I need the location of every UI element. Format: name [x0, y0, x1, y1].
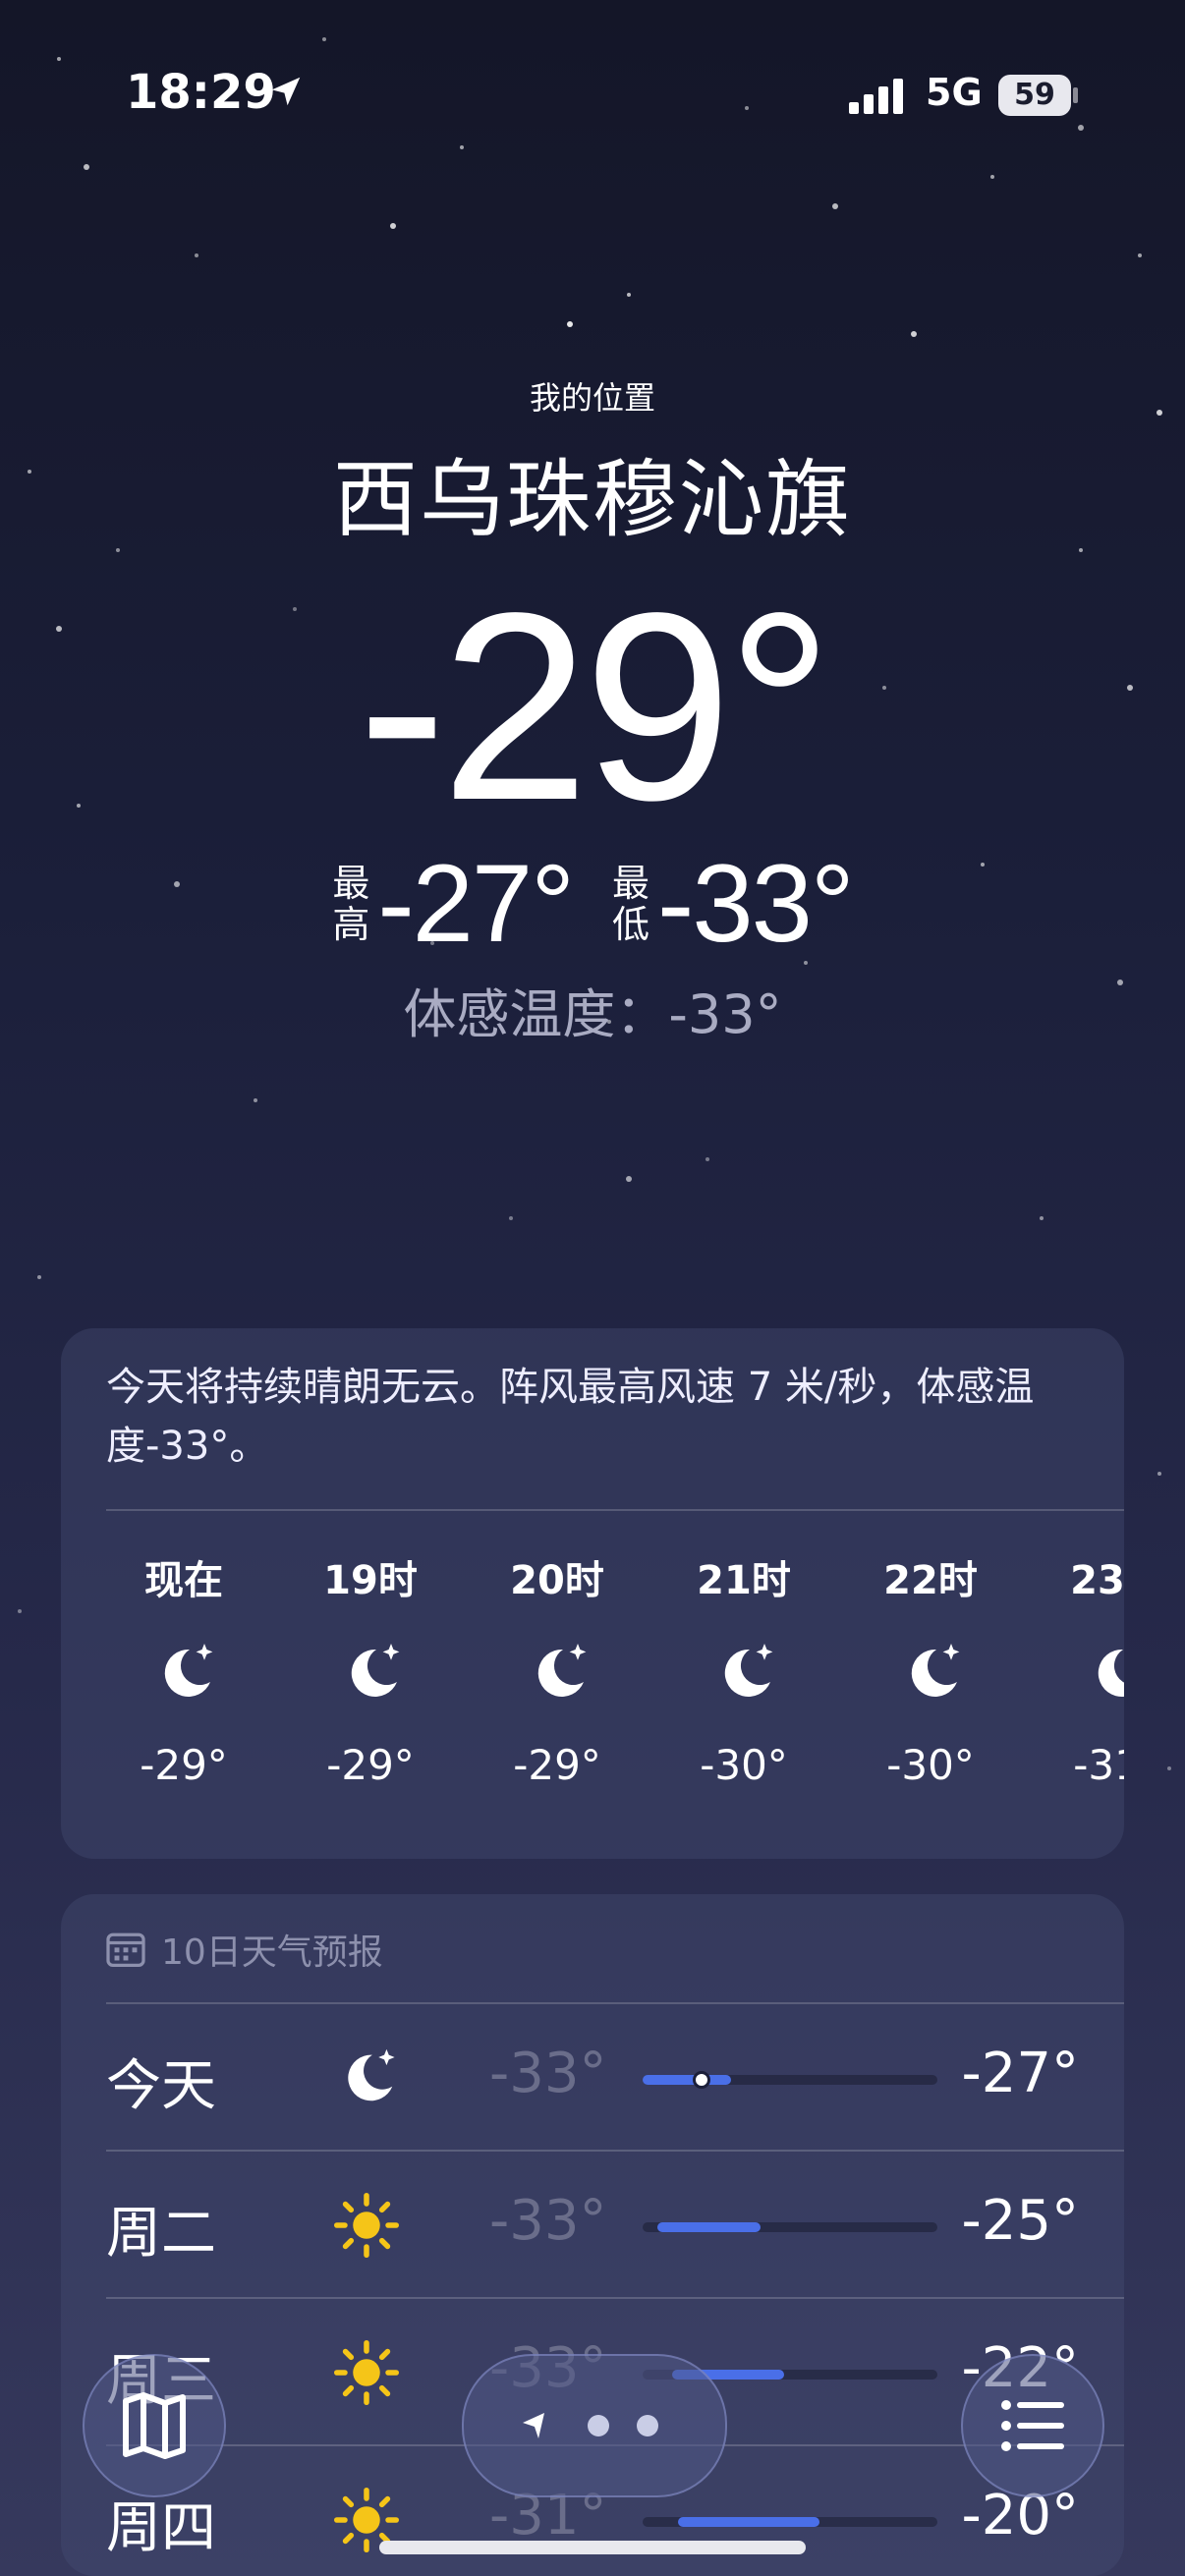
temp-range-fill [643, 2075, 731, 2085]
location-arrow-icon [523, 2413, 544, 2438]
daily-row[interactable]: 今天 -33° -27° [106, 2002, 1079, 2150]
low-temperature: -33° [657, 842, 855, 965]
list-icon [1001, 2400, 1064, 2451]
low-temp: -33° [489, 2042, 607, 2105]
current-weather-header: 我的位置 西乌珠穆沁旗 -29° 最高 -27° 最低 -33° 体感温度：-3… [0, 373, 1185, 1048]
hourly-list[interactable]: 现在 -29° 19时 -29° 20时 -29° 21时 -30° 22时 -… [90, 1548, 1124, 1789]
battery-icon: 59 [998, 75, 1078, 116]
calendar-icon [106, 1932, 145, 1967]
temp-range-bar [643, 2517, 937, 2527]
current-temp-dot [693, 2071, 710, 2089]
home-indicator[interactable] [379, 2541, 806, 2554]
page-dot[interactable] [588, 2415, 609, 2436]
daily-forecast-header: 10日天气预报 [106, 1924, 383, 1975]
sun-icon [322, 2328, 411, 2417]
hourly-forecast-card[interactable]: 今天将持续晴朗无云。阵风最高风速 7 米/秒，体感温度-33°。 现在 -29°… [61, 1328, 1124, 1859]
high-temp: -25° [961, 2189, 1079, 2253]
moon-stars-icon [650, 1619, 837, 1727]
hour-item: 20时 -29° [464, 1548, 650, 1789]
temp-range-bar [643, 2071, 937, 2089]
sun-icon [322, 2181, 411, 2269]
hour-item: 22时 -30° [837, 1548, 1024, 1789]
high-temp: -27° [961, 2042, 1079, 2105]
high-low-row: 最高 -27° 最低 -33° [0, 840, 1185, 967]
page-dot[interactable] [637, 2415, 658, 2436]
page-indicator[interactable] [462, 2354, 727, 2497]
city-name: 西乌珠穆沁旗 [333, 451, 852, 549]
current-temperature: -29° [358, 557, 833, 856]
day-label: 周二 [106, 2202, 216, 2266]
daily-row[interactable]: 周二 -33° -25° [106, 2150, 1079, 2297]
city-list-button[interactable] [961, 2354, 1104, 2497]
moon-stars-icon [837, 1619, 1024, 1727]
hour-item: 23时 -31° [1024, 1548, 1124, 1789]
low-label: 最低 [612, 861, 650, 946]
temp-range-fill [678, 2517, 819, 2527]
moon-stars-icon [90, 1619, 277, 1727]
divider [106, 1509, 1124, 1511]
status-time: 18:29 [126, 65, 276, 120]
network-type: 5G [926, 71, 983, 114]
location-label: 我的位置 [529, 379, 655, 417]
map-icon [123, 2392, 186, 2459]
moon-stars-icon [322, 2034, 411, 2122]
hour-item: 现在 -29° [90, 1548, 277, 1789]
day-label: 今天 [106, 2054, 216, 2118]
daily-forecast-title: 10日天气预报 [161, 1932, 383, 1973]
map-button[interactable] [83, 2354, 226, 2497]
moon-stars-icon [464, 1619, 650, 1727]
hour-item: 19时 -29° [277, 1548, 464, 1789]
weather-summary: 今天将持续晴朗无云。阵风最高风速 7 米/秒，体感温度-33°。 [106, 1365, 1035, 1469]
location-arrow-icon [271, 77, 301, 106]
temp-range-bar [643, 2222, 937, 2232]
cellular-signal-icon [849, 79, 903, 114]
moon-stars-icon [1024, 1619, 1124, 1727]
hour-item: 21时 -30° [650, 1548, 837, 1789]
moon-stars-icon [277, 1619, 464, 1727]
feels-like: 体感温度：-33° [403, 983, 782, 1045]
status-bar: 18:29 5G 59 [0, 65, 1185, 134]
low-temp: -33° [489, 2189, 607, 2253]
high-temperature: -27° [377, 842, 575, 965]
battery-level: 59 [1014, 78, 1055, 112]
temp-range-fill [657, 2222, 761, 2232]
high-label: 最高 [332, 861, 370, 946]
